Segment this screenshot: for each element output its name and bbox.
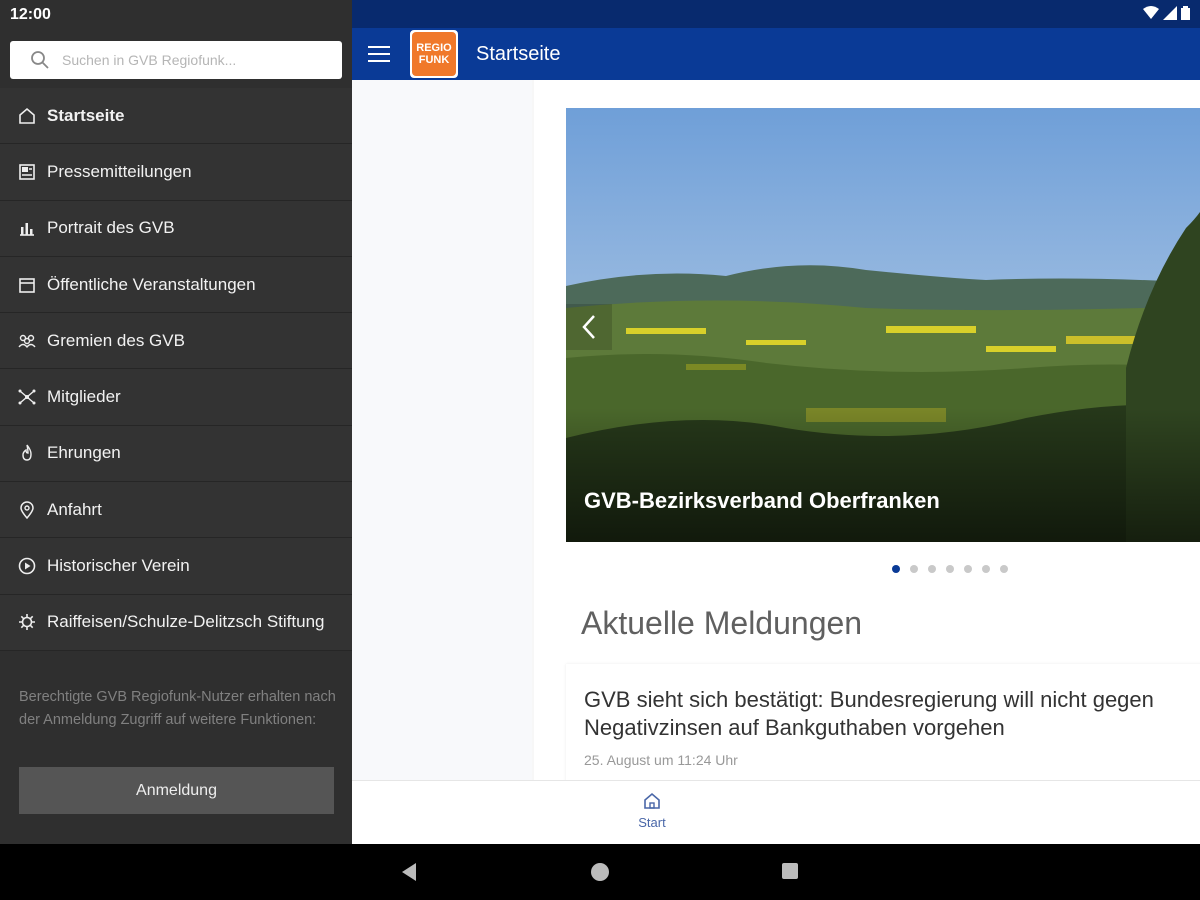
status-bar — [352, 0, 1200, 28]
news-card[interactable]: GVB sieht sich bestätigt: Bundesregierun… — [566, 664, 1200, 780]
app-bar: REGIO FUNK Startseite — [352, 28, 1200, 80]
logo-text-bottom: FUNK — [418, 54, 450, 66]
drawer-item-anfahrt[interactable]: Anfahrt — [0, 482, 352, 539]
drawer-item-label: Raiffeisen/Schulze-Delitzsch Stiftung — [47, 612, 325, 632]
carousel-dot[interactable] — [910, 565, 918, 573]
bar-chart-icon — [16, 217, 38, 239]
carousel-prev-button[interactable] — [566, 304, 612, 350]
signal-icon — [1163, 6, 1177, 20]
app-content: REGIO FUNK Startseite GVB-Bezirksverband… — [352, 0, 1200, 844]
section-title: Aktuelle Meldungen — [581, 605, 863, 641]
back-icon[interactable] — [400, 862, 418, 882]
drawer-item-label: Öffentliche Veranstaltungen — [47, 274, 256, 294]
search-input[interactable] — [62, 52, 322, 68]
drawer-item-historischer-verein[interactable]: Historischer Verein — [0, 538, 352, 595]
menu-icon[interactable] — [368, 46, 390, 62]
login-hint: Berechtigte GVB Regiofunk-Nutzer erhalte… — [19, 689, 336, 728]
home-icon — [16, 105, 38, 127]
play-circle-icon — [16, 555, 38, 577]
left-gutter — [352, 80, 532, 780]
drawer-item-label: Startseite — [47, 105, 125, 125]
carousel-dot[interactable] — [946, 565, 954, 573]
bottom-navigation: Start — [352, 780, 1200, 844]
drawer-item-veranstaltungen[interactable]: Öffentliche Veranstaltungen — [0, 256, 352, 314]
carousel-dot[interactable] — [982, 565, 990, 573]
drawer-item-portrait[interactable]: Portrait des GVB — [0, 200, 352, 257]
drawer-item-label: Pressemitteilungen — [47, 161, 192, 181]
drawer-item-label: Ehrungen — [47, 443, 121, 463]
newspaper-icon — [16, 161, 38, 183]
calendar-icon — [16, 274, 38, 296]
carousel-slide-image — [566, 108, 1200, 542]
carousel-dot[interactable] — [1000, 565, 1008, 573]
drawer-item-startseite[interactable]: Startseite — [0, 88, 352, 145]
drawer-item-label: Mitglieder — [47, 387, 121, 407]
bottom-nav-start[interactable]: Start — [632, 791, 672, 830]
search-icon — [31, 51, 49, 69]
navigation-drawer: 12:00 Startseite Pressemitteilungen Port… — [0, 0, 352, 844]
system-navigation-bar — [0, 844, 1200, 900]
bottom-nav-label: Start — [638, 815, 666, 830]
drawer-item-label: Gremien des GVB — [47, 330, 185, 350]
status-icons — [1143, 6, 1190, 20]
network-icon — [16, 386, 38, 408]
drawer-item-mitglieder[interactable]: Mitglieder — [0, 369, 352, 426]
chevron-left-icon — [582, 315, 595, 339]
image-carousel[interactable]: GVB-Bezirksverband Oberfranken — [566, 108, 1200, 542]
drawer-item-pressemitteilungen[interactable]: Pressemitteilungen — [0, 144, 352, 201]
search-box[interactable] — [10, 41, 342, 79]
carousel-dot[interactable] — [964, 565, 972, 573]
news-title: GVB sieht sich bestätigt: Bundesregierun… — [584, 687, 1154, 740]
logo-text-top: REGIO — [416, 42, 452, 54]
drawer-item-label: Anfahrt — [47, 499, 102, 519]
carousel-dot[interactable] — [892, 565, 900, 573]
battery-icon — [1181, 6, 1190, 20]
flame-icon — [16, 442, 38, 464]
drawer-item-stiftung[interactable]: Raiffeisen/Schulze-Delitzsch Stiftung — [0, 594, 352, 651]
carousel-indicator — [892, 565, 1008, 573]
home-icon — [644, 792, 660, 809]
drawer-item-ehrungen[interactable]: Ehrungen — [0, 425, 352, 483]
screen: REGIO FUNK Startseite GVB-Bezirksverband… — [0, 0, 1200, 900]
status-time: 12:00 — [10, 6, 51, 23]
news-date: 25. August um 11:24 Uhr — [584, 752, 738, 768]
drawer-menu: Startseite Pressemitteilungen Portrait d… — [0, 88, 352, 651]
location-pin-icon — [16, 499, 38, 521]
carousel-caption: GVB-Bezirksverband Oberfranken — [584, 488, 940, 513]
wifi-icon — [1143, 6, 1159, 19]
carousel-dot[interactable] — [928, 565, 936, 573]
main-content: GVB-Bezirksverband Oberfranken Aktuelle … — [534, 80, 1200, 780]
group-icon — [16, 330, 38, 352]
home-button-icon[interactable] — [590, 862, 610, 882]
gear-icon — [16, 611, 38, 633]
page-title: Startseite — [476, 42, 561, 65]
recents-icon[interactable] — [781, 862, 799, 880]
drawer-item-label: Historischer Verein — [47, 556, 190, 576]
drawer-item-label: Portrait des GVB — [47, 218, 175, 238]
regiofunk-logo: REGIO FUNK — [408, 28, 460, 80]
drawer-item-gremien[interactable]: Gremien des GVB — [0, 313, 352, 370]
login-button[interactable]: Anmeldung — [19, 767, 334, 814]
